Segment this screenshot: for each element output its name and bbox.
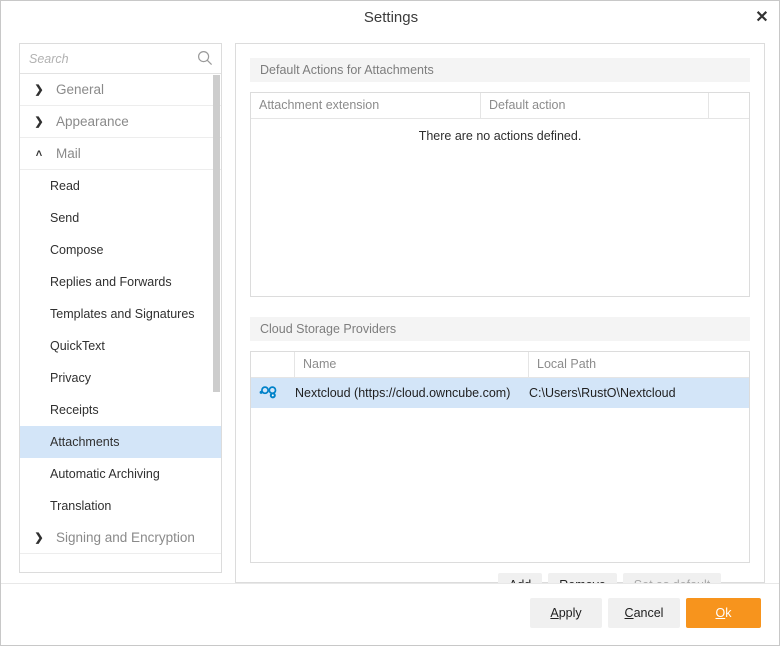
accelerator-letter: O	[716, 606, 726, 620]
chevron-up-icon: ˄	[32, 138, 46, 170]
sidebar-group-label: Mail	[56, 138, 81, 170]
sidebar-item-label: Compose	[50, 234, 104, 266]
sidebar-scrollbar[interactable]	[213, 75, 220, 571]
default-actions-grid[interactable]: Attachment extension Default action Ther…	[250, 92, 750, 297]
chevron-right-icon: ❯	[32, 522, 46, 554]
sidebar-item-label: Receipts	[50, 394, 99, 426]
window-title: Settings	[1, 1, 780, 35]
sidebar-item-label: Read	[50, 170, 80, 202]
sidebar-item-receipts[interactable]: Receipts	[20, 394, 221, 426]
table-row[interactable]: Nextcloud (https://cloud.owncube.com)C:\…	[251, 378, 749, 408]
sidebar-group-label: General	[56, 74, 104, 106]
dialog-footer: ApplyCancelOk	[1, 583, 779, 645]
search-icon[interactable]	[197, 50, 213, 66]
sidebar-item-label: Replies and Forwards	[50, 266, 172, 298]
nextcloud-icon	[259, 383, 279, 403]
column-header-attachment-extension[interactable]: Attachment extension	[251, 93, 481, 118]
sidebar-group-label: Signing and Encryption	[56, 522, 195, 554]
sidebar-item-quicktext[interactable]: QuickText	[20, 330, 221, 362]
sidebar-item-compose[interactable]: Compose	[20, 234, 221, 266]
column-header-spacer[interactable]	[709, 93, 749, 118]
close-icon[interactable]: ✕	[747, 3, 777, 33]
sidebar-item-privacy[interactable]: Privacy	[20, 362, 221, 394]
accelerator-letter: A	[550, 606, 558, 620]
search-row	[20, 44, 221, 74]
sidebar-item-label: Automatic Archiving	[50, 458, 160, 490]
default-actions-grid-header: Attachment extension Default action	[251, 93, 749, 119]
cell-local-path: C:\Users\RustO\Nextcloud	[529, 378, 747, 408]
button-label-rest: pply	[559, 606, 582, 620]
sidebar-item-replies-and-forwards[interactable]: Replies and Forwards	[20, 266, 221, 298]
chevron-right-icon: ❯	[32, 106, 46, 138]
search-input[interactable]	[29, 44, 197, 73]
cell-name: Nextcloud (https://cloud.owncube.com)	[295, 378, 529, 408]
sidebar-scrollbar-thumb[interactable]	[213, 75, 220, 392]
sidebar-item-label: Translation	[50, 490, 111, 522]
cloud-storage-grid[interactable]: Name Local Path Nextcloud (https://cloud…	[250, 351, 750, 563]
titlebar: Settings ✕	[1, 1, 780, 35]
default-actions-empty-message: There are no actions defined.	[251, 129, 749, 143]
sidebar-item-label: Privacy	[50, 362, 91, 394]
sidebar-group-mail[interactable]: ˄ Mail	[20, 138, 221, 170]
sidebar-item-label: QuickText	[50, 330, 105, 362]
settings-main-panel: Default Actions for Attachments Attachme…	[235, 43, 765, 583]
default-actions-group-header: Default Actions for Attachments	[250, 58, 750, 82]
sidebar-item-label: Attachments	[50, 426, 119, 458]
sidebar-scroll-area: ❯General❯Appearance˄MailReadSendComposeR…	[20, 74, 221, 572]
sidebar-item-label: Send	[50, 202, 79, 234]
sidebar-group-signing-and-encryption[interactable]: ❯ Signing and Encryption	[20, 522, 221, 554]
cloud-storage-rows: Nextcloud (https://cloud.owncube.com)C:\…	[251, 378, 749, 408]
settings-dialog: Settings ✕ ❯General❯Appearance˄MailReadS…	[0, 0, 780, 646]
sidebar-group-appearance[interactable]: ❯ Appearance	[20, 106, 221, 138]
dialog-footer-buttons: ApplyCancelOk	[524, 598, 761, 628]
cancel-button[interactable]: Cancel	[608, 598, 680, 628]
cloud-storage-grid-header: Name Local Path	[251, 352, 749, 378]
settings-sidebar: ❯General❯Appearance˄MailReadSendComposeR…	[19, 43, 222, 573]
chevron-right-icon: ❯	[32, 74, 46, 106]
sidebar-group-general[interactable]: ❯ General	[20, 74, 221, 106]
ok-button[interactable]: Ok	[686, 598, 761, 628]
accelerator-letter: C	[625, 606, 634, 620]
column-header-default-action[interactable]: Default action	[481, 93, 709, 118]
sidebar-item-attachments[interactable]: Attachments	[20, 426, 221, 458]
button-label-rest: k	[725, 606, 731, 620]
sidebar-item-translation[interactable]: Translation	[20, 490, 221, 522]
sidebar-item-automatic-archiving[interactable]: Automatic Archiving	[20, 458, 221, 490]
sidebar-item-templates-and-signatures[interactable]: Templates and Signatures	[20, 298, 221, 330]
sidebar-item-send[interactable]: Send	[20, 202, 221, 234]
column-header-icon[interactable]	[251, 352, 295, 377]
cloud-storage-group-header: Cloud Storage Providers	[250, 317, 750, 341]
column-header-local-path[interactable]: Local Path	[529, 352, 749, 377]
column-header-name[interactable]: Name	[295, 352, 529, 377]
sidebar-item-label: Templates and Signatures	[50, 298, 195, 330]
sidebar-item-read[interactable]: Read	[20, 170, 221, 202]
button-label-rest: ancel	[634, 606, 664, 620]
apply-button[interactable]: Apply	[530, 598, 602, 628]
sidebar-group-label: Appearance	[56, 106, 129, 138]
sidebar-nav-list: ❯General❯Appearance˄MailReadSendComposeR…	[20, 74, 221, 554]
